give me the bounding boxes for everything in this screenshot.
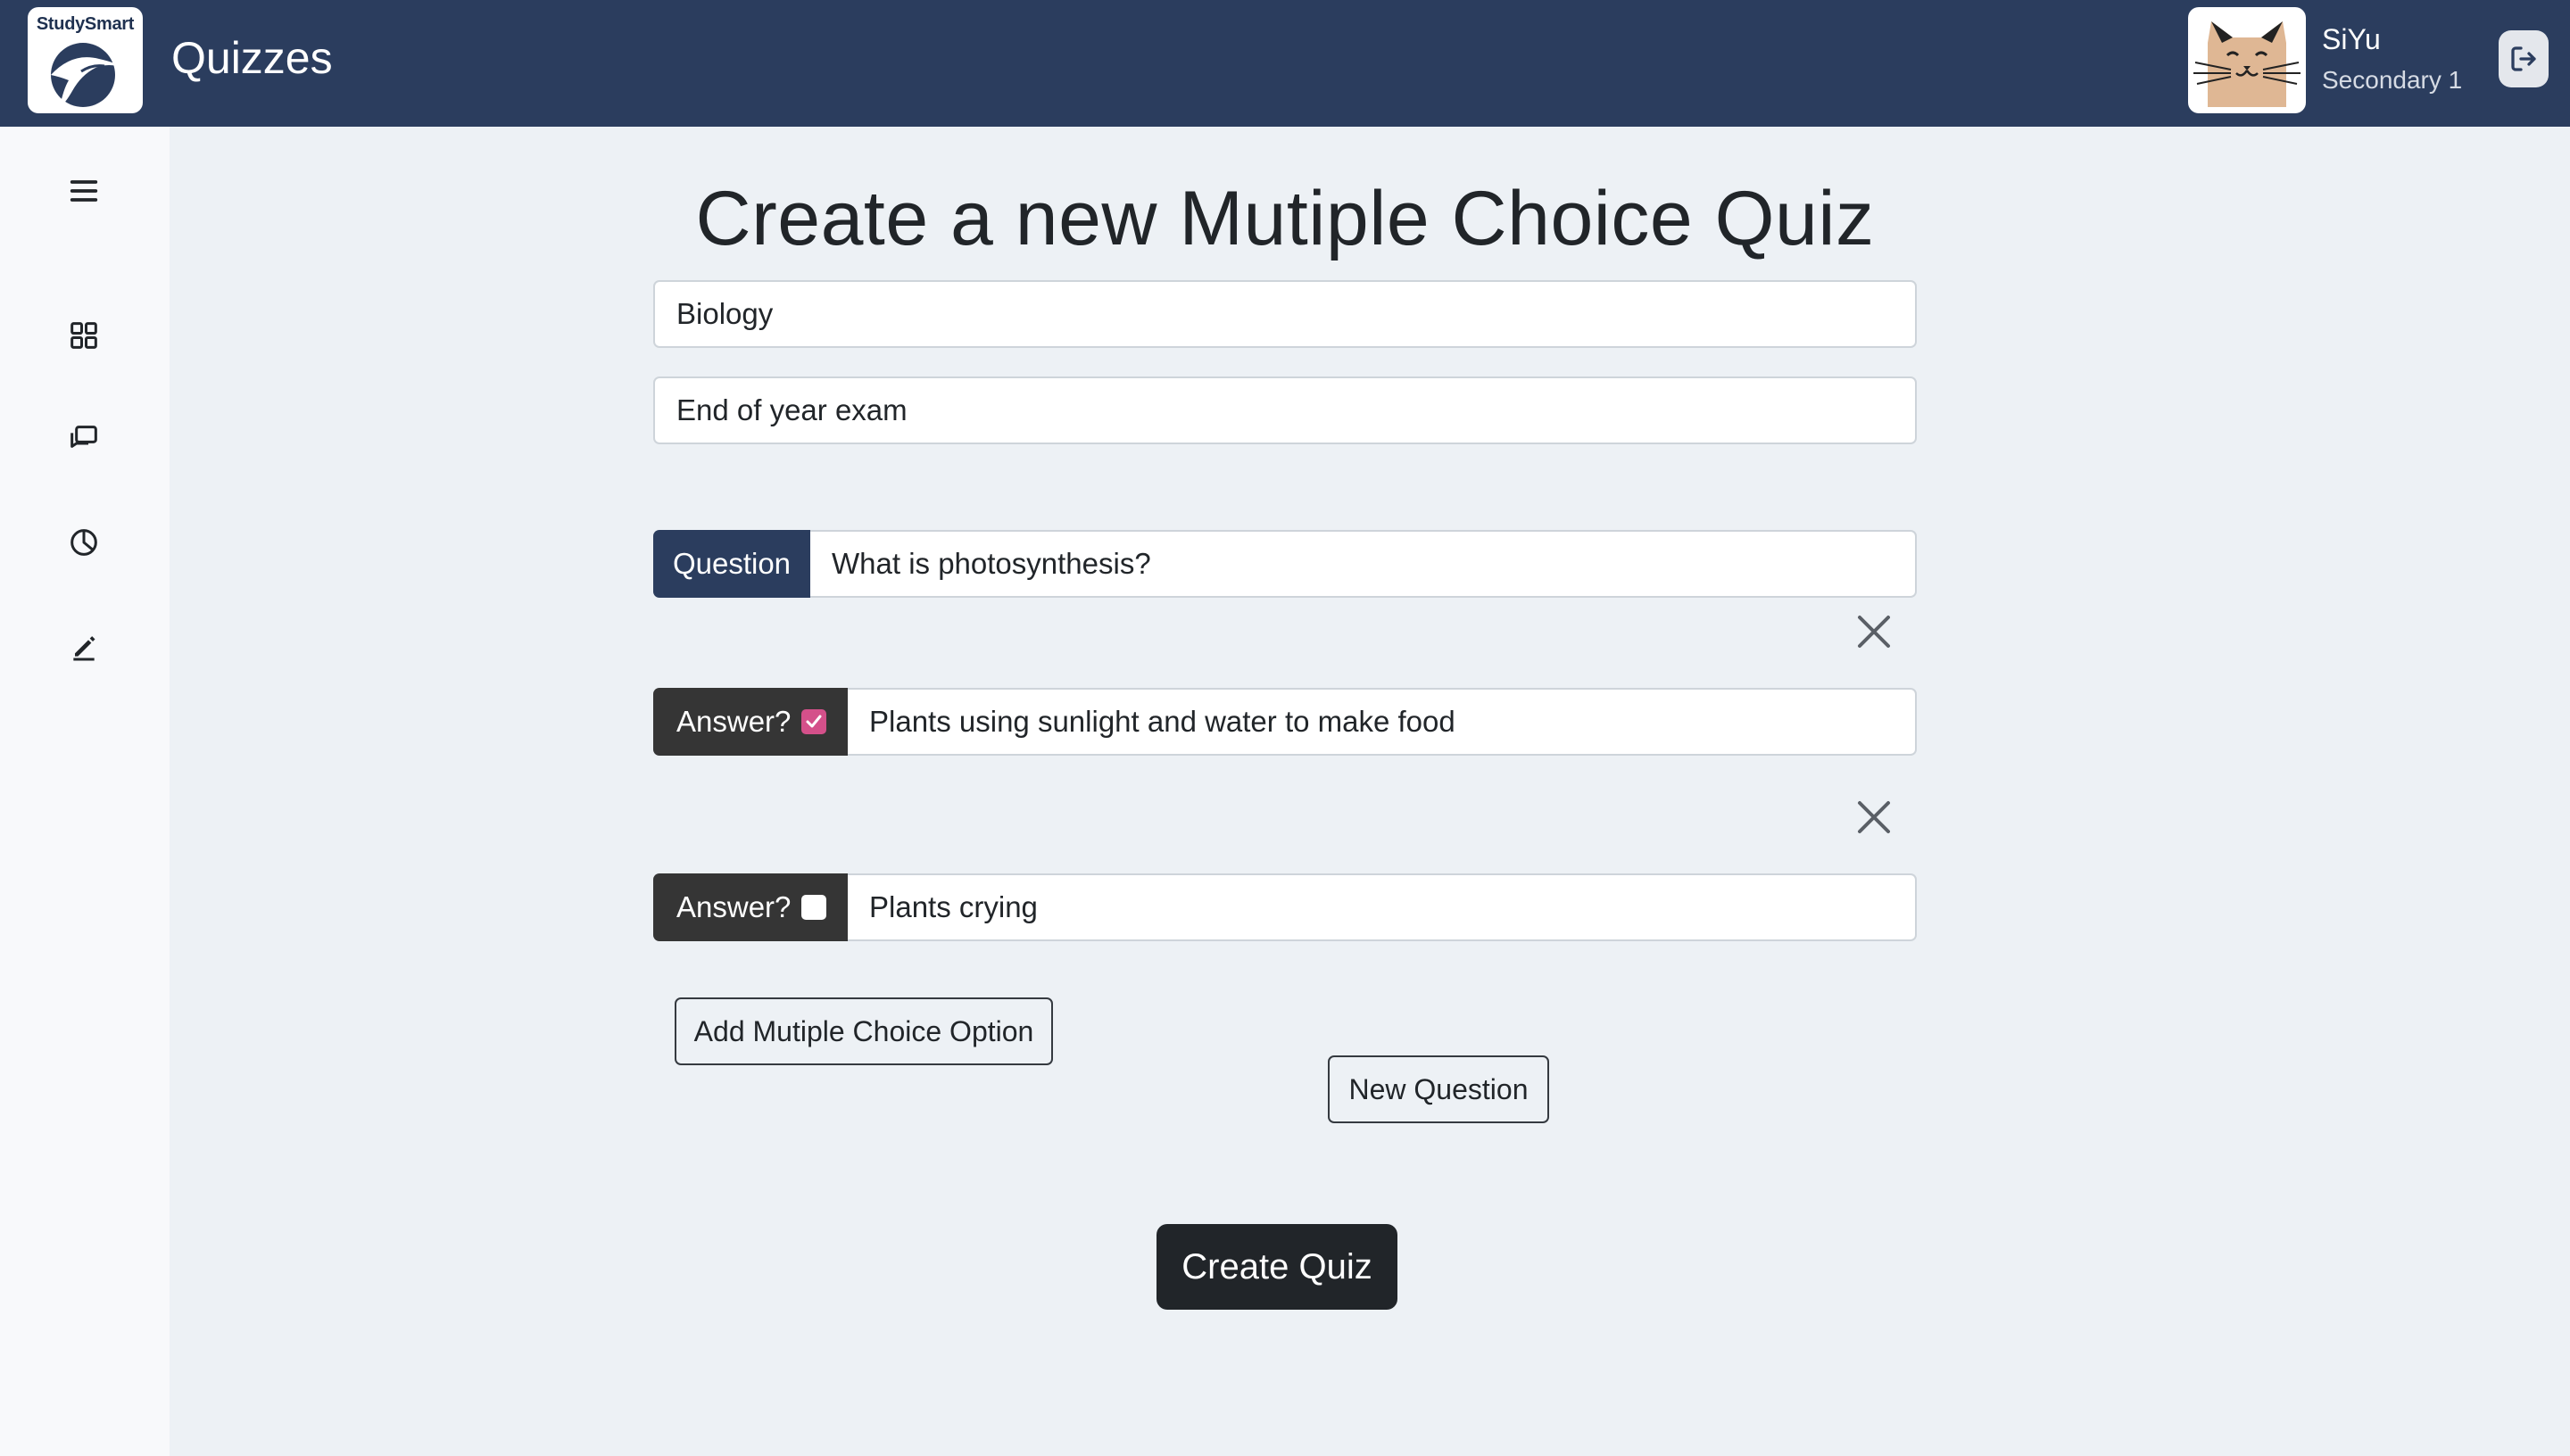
page-title: Create a new Mutiple Choice Quiz xyxy=(695,176,1875,261)
logo-text: StudySmart xyxy=(36,14,135,34)
answer-group: Answer? Plants crying xyxy=(653,873,1917,941)
cat-avatar-icon xyxy=(2193,21,2301,107)
answer-group: Answer? Plants using sunlight and water … xyxy=(653,688,1917,756)
create-quiz-button[interactable]: Create Quiz xyxy=(1156,1224,1397,1310)
new-question-button[interactable]: New Question xyxy=(1328,1055,1549,1123)
sidebar-item-chat[interactable] xyxy=(66,421,102,457)
close-icon[interactable] xyxy=(1856,614,1892,649)
correct-answer-checkbox[interactable] xyxy=(801,709,826,734)
logout-button[interactable] xyxy=(2499,30,2549,87)
sidebar xyxy=(0,127,170,1456)
sidebar-item-dashboard[interactable] xyxy=(66,318,102,353)
bird-logo-icon xyxy=(51,43,124,107)
close-icon[interactable] xyxy=(1856,799,1892,835)
sidebar-item-stats[interactable] xyxy=(66,525,102,560)
question-input[interactable]: What is photosynthesis? xyxy=(810,530,1917,598)
answer-label-box: Answer? xyxy=(653,688,848,756)
pencil-icon xyxy=(73,636,95,661)
menu-button[interactable] xyxy=(66,173,102,209)
app-logo[interactable]: StudySmart xyxy=(28,7,143,113)
dashboard-grid-icon xyxy=(70,322,97,349)
answer-label-box: Answer? xyxy=(653,873,848,941)
correct-answer-checkbox[interactable] xyxy=(801,895,826,920)
sidebar-item-create[interactable] xyxy=(66,628,102,664)
quiz-name-input[interactable]: End of year exam xyxy=(653,376,1917,444)
menu-icon xyxy=(70,180,98,202)
add-option-button[interactable]: Add Mutiple Choice Option xyxy=(675,997,1053,1065)
answer-label: Answer? xyxy=(676,705,792,738)
chat-icon xyxy=(70,426,97,448)
avatar[interactable] xyxy=(2188,7,2306,113)
logout-icon xyxy=(2511,46,2536,71)
subject-input[interactable]: Biology xyxy=(653,280,1917,348)
top-bar: StudySmart Quizzes SiYu Secondary 1 xyxy=(0,0,2570,127)
answer-input[interactable]: Plants crying xyxy=(848,873,1917,941)
question-group: Question What is photosynthesis? xyxy=(653,530,1917,598)
answer-input[interactable]: Plants using sunlight and water to make … xyxy=(848,688,1917,756)
checkmark-icon xyxy=(806,715,822,728)
question-label: Question xyxy=(653,530,810,598)
app-title: Quizzes xyxy=(171,33,333,83)
user-name: SiYu xyxy=(2322,23,2381,55)
pie-chart-icon xyxy=(70,529,97,556)
user-level: Secondary 1 xyxy=(2322,66,2463,94)
answer-label: Answer? xyxy=(676,890,792,923)
